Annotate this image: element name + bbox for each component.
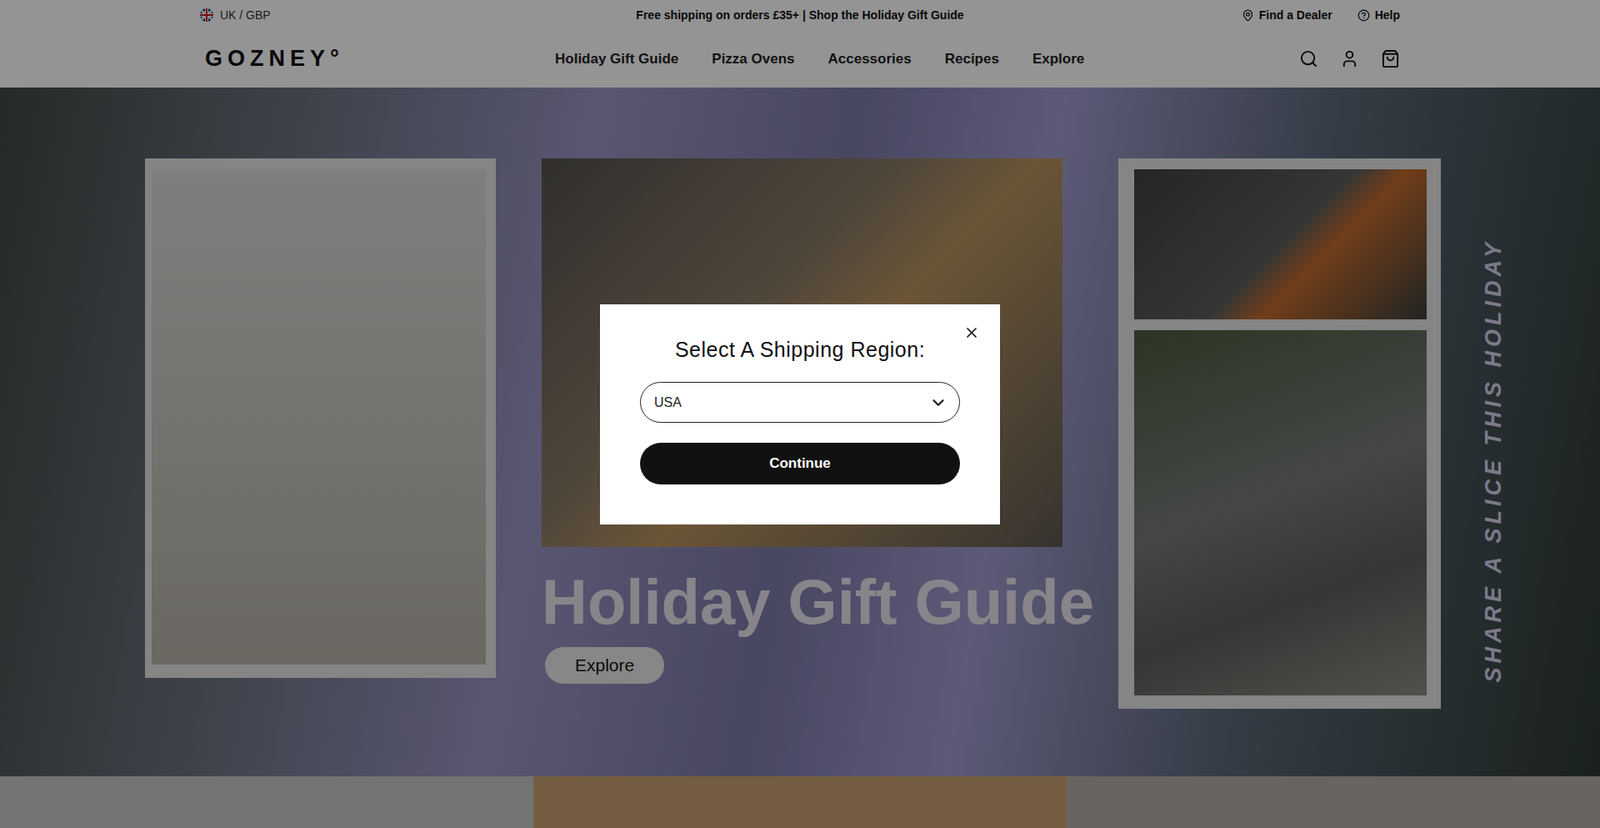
close-icon bbox=[963, 324, 980, 341]
close-button[interactable] bbox=[961, 322, 982, 343]
modal-overlay[interactable]: Select A Shipping Region: USA Continue bbox=[0, 0, 1600, 828]
shipping-region-modal: Select A Shipping Region: USA Continue bbox=[600, 304, 1000, 525]
continue-button[interactable]: Continue bbox=[640, 442, 960, 485]
modal-title: Select A Shipping Region: bbox=[675, 337, 925, 362]
region-select[interactable]: USA bbox=[640, 381, 960, 423]
chevron-down-icon bbox=[929, 393, 948, 412]
